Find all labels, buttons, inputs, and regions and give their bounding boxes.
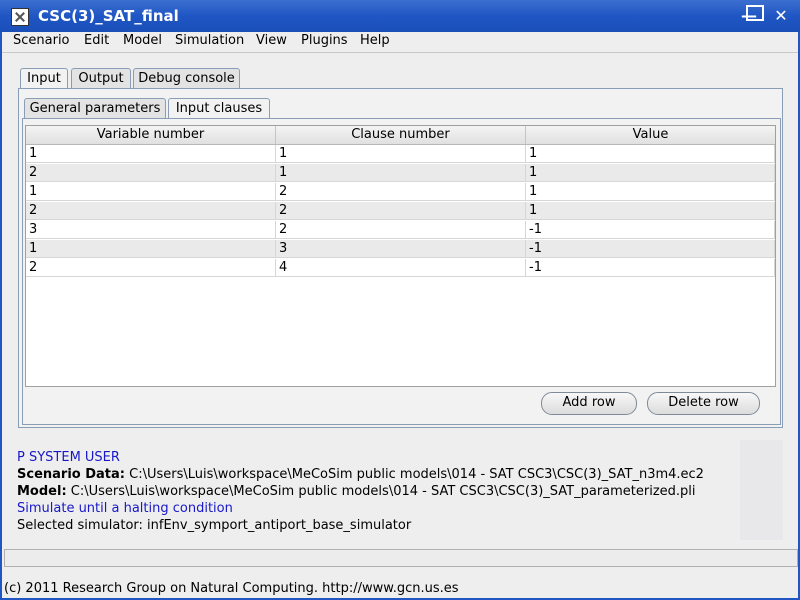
- menu-edit[interactable]: Edit: [84, 33, 109, 48]
- menu-plugins[interactable]: Plugins: [301, 33, 348, 48]
- log-line-model: Model: C:\Users\Luis\workspace\MeCoSim p…: [17, 483, 737, 500]
- cell-variable[interactable]: 2: [26, 164, 276, 182]
- cell-value[interactable]: -1: [526, 221, 775, 239]
- cell-clause[interactable]: 1: [276, 145, 526, 163]
- menu-help[interactable]: Help: [360, 33, 390, 48]
- app-icon[interactable]: [11, 8, 29, 26]
- cell-variable[interactable]: 1: [26, 240, 276, 258]
- menu-scenario[interactable]: Scenario: [13, 33, 70, 48]
- cell-clause[interactable]: 3: [276, 240, 526, 258]
- cell-clause[interactable]: 2: [276, 202, 526, 220]
- table-row[interactable]: 2 2 1: [26, 202, 775, 220]
- column-header-value[interactable]: Value: [526, 126, 775, 144]
- cell-variable[interactable]: 2: [26, 259, 276, 277]
- cell-value[interactable]: 1: [526, 202, 775, 220]
- menu-model[interactable]: Model: [123, 33, 162, 48]
- tab-general-parameters[interactable]: General parameters: [24, 98, 166, 119]
- table-row[interactable]: 2 4 -1: [26, 259, 775, 277]
- cell-value[interactable]: 1: [526, 145, 775, 163]
- horizontal-scrollbar[interactable]: [4, 549, 798, 567]
- cell-clause[interactable]: 4: [276, 259, 526, 277]
- close-icon[interactable]: ✕: [772, 7, 790, 25]
- menu-bar: Scenario Edit Model Simulation View Plug…: [0, 32, 800, 53]
- title-bar: CSC(3)_SAT_final — ✕: [0, 0, 800, 33]
- log-side-panel: [740, 440, 783, 540]
- cell-clause[interactable]: 2: [276, 183, 526, 201]
- clauses-table: Variable number Clause number Value 1 1 …: [25, 125, 776, 387]
- cell-value[interactable]: -1: [526, 259, 775, 277]
- cell-variable[interactable]: 3: [26, 221, 276, 239]
- table-header: Variable number Clause number Value: [26, 126, 775, 145]
- window-title: CSC(3)_SAT_final: [38, 7, 179, 25]
- maximize-icon[interactable]: [746, 5, 764, 21]
- column-header-variable[interactable]: Variable number: [26, 126, 276, 144]
- menu-simulation[interactable]: Simulation: [175, 33, 244, 48]
- tab-output[interactable]: Output: [71, 68, 131, 89]
- scenario-path: C:\Users\Luis\workspace\MeCoSim public m…: [129, 467, 704, 482]
- scenario-label: Scenario Data:: [17, 467, 125, 482]
- tab-input[interactable]: Input: [20, 68, 68, 90]
- window-frame-left: [0, 32, 2, 600]
- delete-row-button[interactable]: Delete row: [647, 392, 760, 415]
- tab-debug-console[interactable]: Debug console: [133, 68, 240, 89]
- model-label: Model:: [17, 484, 67, 499]
- cell-variable[interactable]: 2: [26, 202, 276, 220]
- cell-clause[interactable]: 1: [276, 164, 526, 182]
- table-row[interactable]: 1 1 1: [26, 145, 775, 163]
- log-line-user: P SYSTEM USER: [17, 450, 120, 465]
- column-header-clause[interactable]: Clause number: [276, 126, 526, 144]
- cell-value[interactable]: 1: [526, 164, 775, 182]
- cell-variable[interactable]: 1: [26, 183, 276, 201]
- log-panel: P SYSTEM USER Scenario Data: C:\Users\Lu…: [17, 449, 737, 534]
- table-row[interactable]: 2 1 1: [26, 164, 775, 182]
- table-row[interactable]: 1 2 1: [26, 183, 775, 201]
- log-line-scenario: Scenario Data: C:\Users\Luis\workspace\M…: [17, 466, 737, 483]
- model-path: C:\Users\Luis\workspace\MeCoSim public m…: [70, 484, 696, 499]
- cell-clause[interactable]: 2: [276, 221, 526, 239]
- tab-input-clauses[interactable]: Input clauses: [168, 98, 270, 120]
- log-line-simulate: Simulate until a halting condition: [17, 501, 233, 516]
- table-row[interactable]: 3 2 -1: [26, 221, 775, 239]
- cell-value[interactable]: -1: [526, 240, 775, 258]
- log-line-simulator: Selected simulator: infEnv_symport_antip…: [17, 518, 412, 533]
- cell-variable[interactable]: 1: [26, 145, 276, 163]
- menu-view[interactable]: View: [256, 33, 287, 48]
- table-row[interactable]: 1 3 -1: [26, 240, 775, 258]
- cell-value[interactable]: 1: [526, 183, 775, 201]
- add-row-button[interactable]: Add row: [541, 392, 637, 415]
- status-footer: (c) 2011 Research Group on Natural Compu…: [4, 581, 459, 596]
